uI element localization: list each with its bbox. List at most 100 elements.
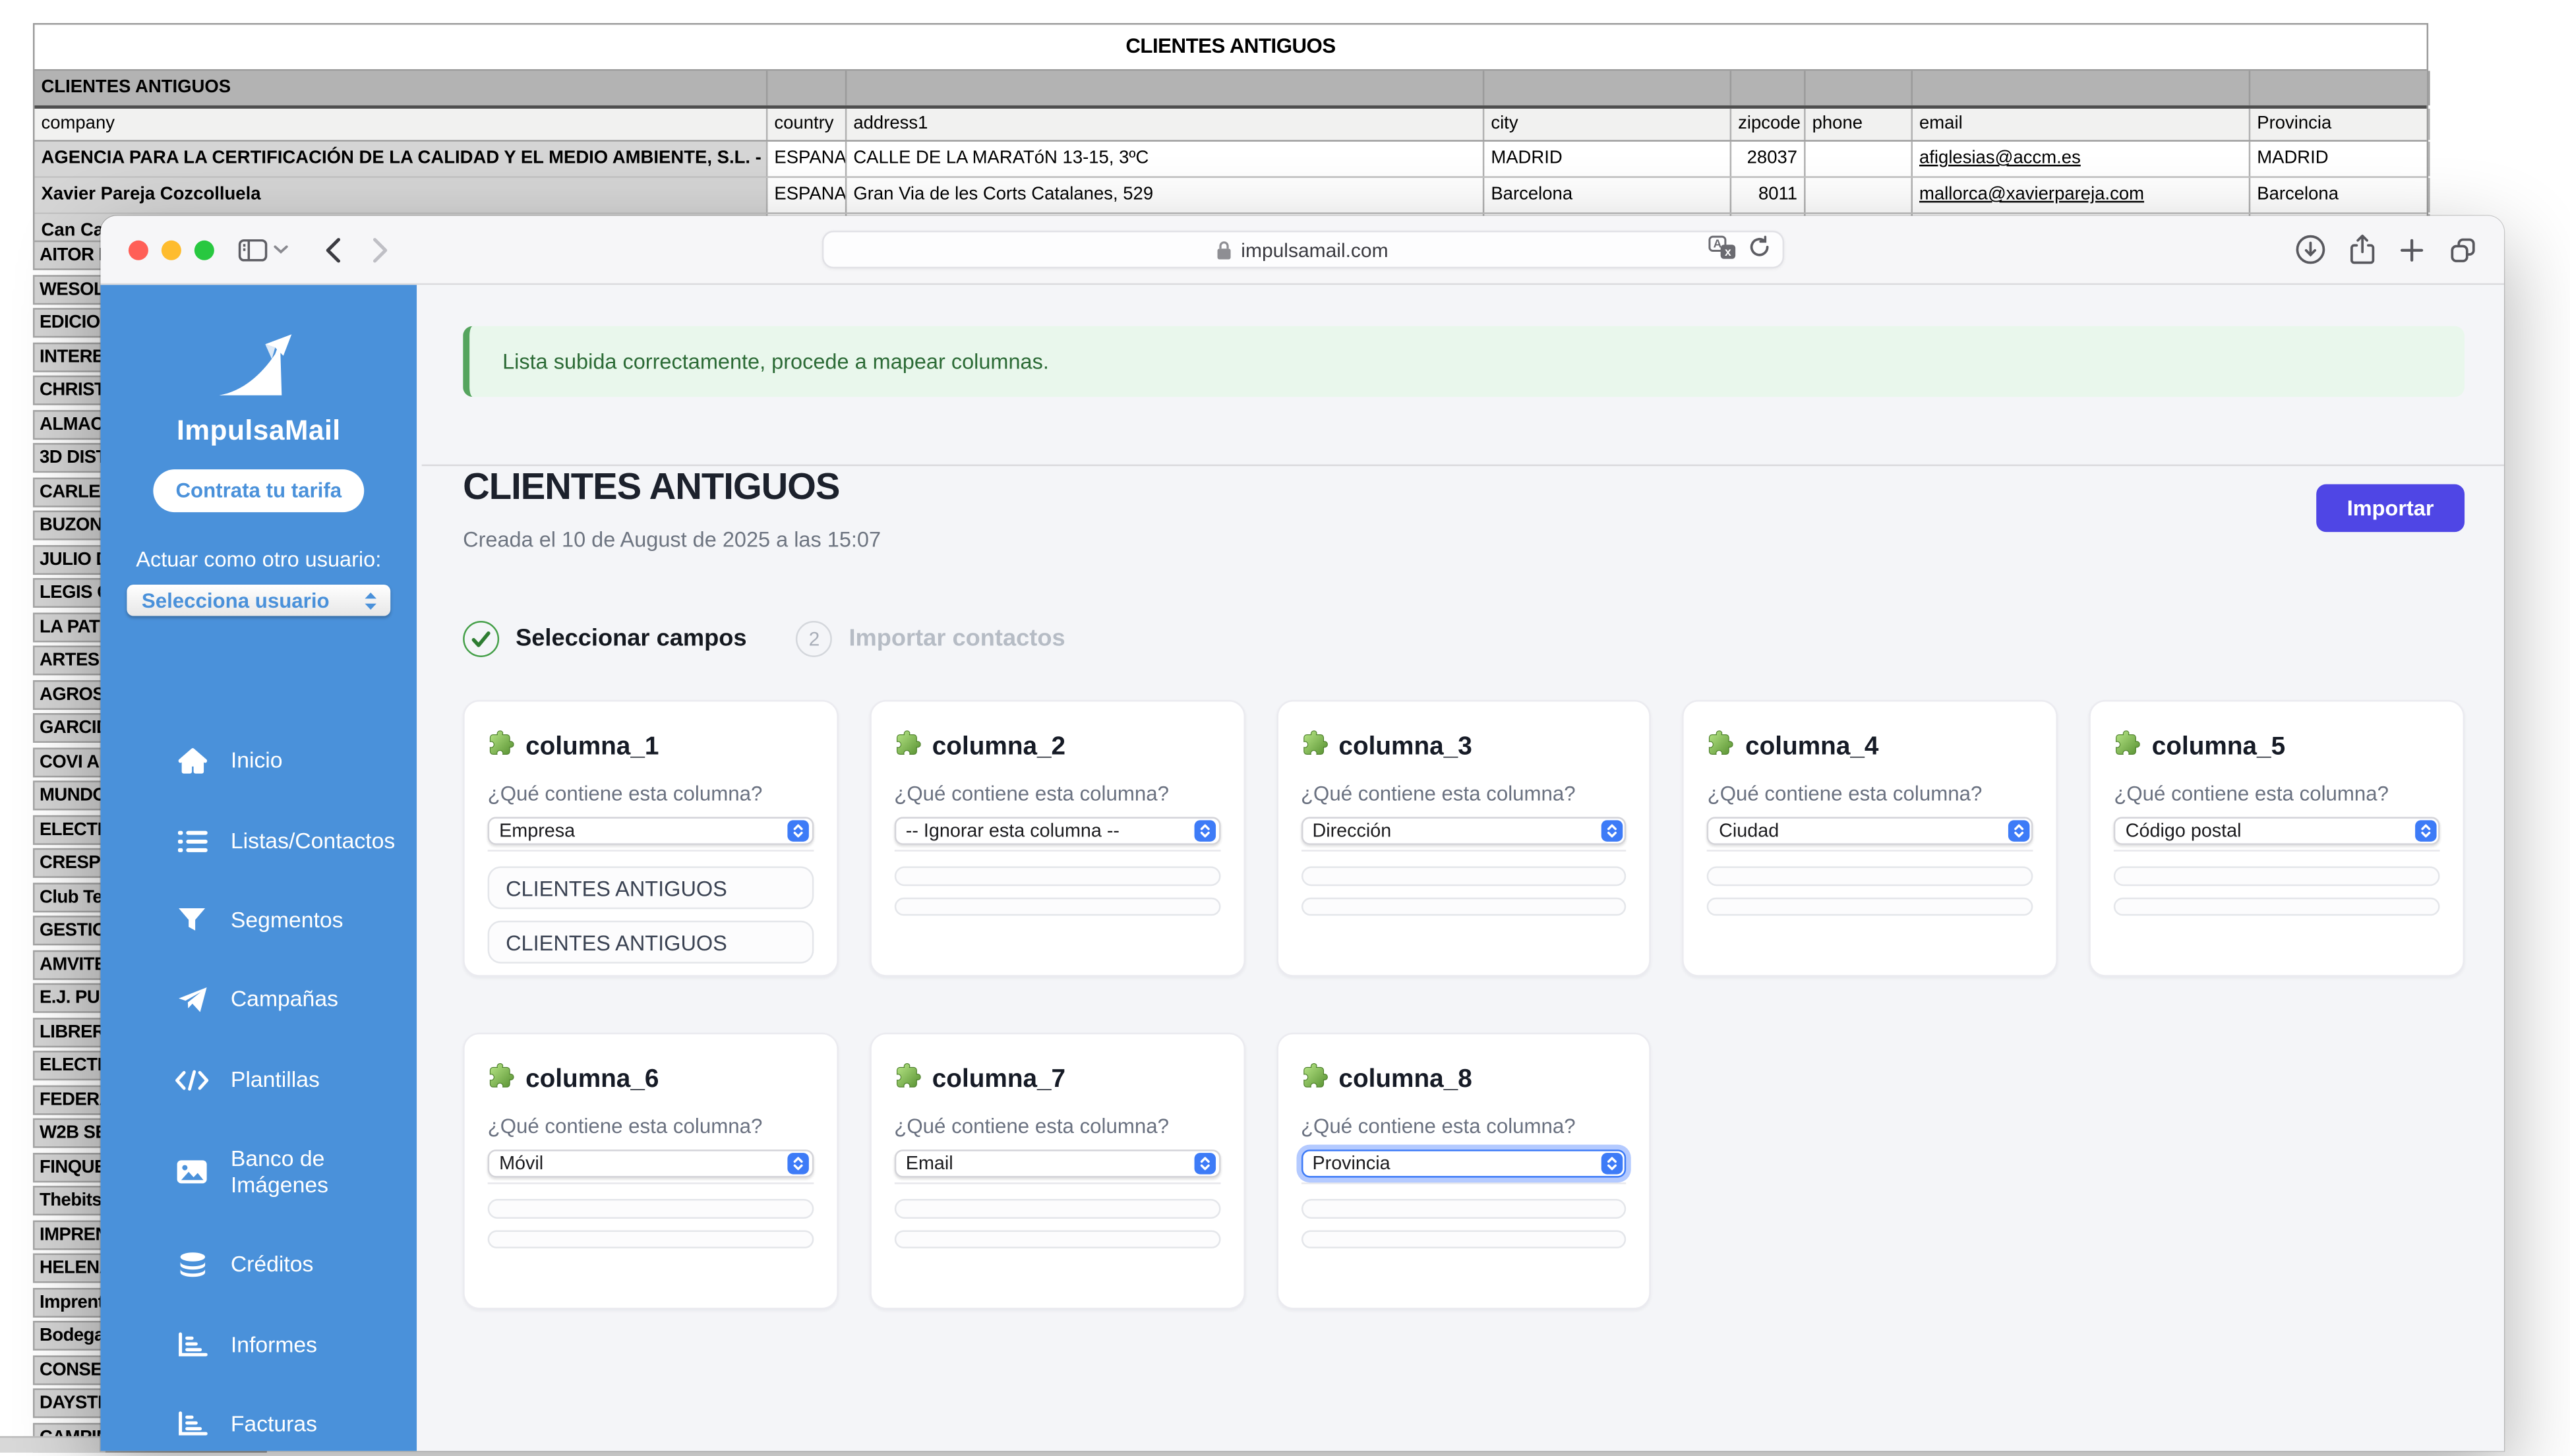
sheet-cell	[2250, 71, 2430, 105]
sheet-cell: email	[1913, 109, 2250, 140]
sidebar-item-label: Plantillas	[231, 1067, 320, 1093]
success-alert-text: Lista subida correctamente, procede a ma…	[502, 349, 1049, 374]
sheet-cell: city	[1484, 109, 1731, 140]
new-tab-icon[interactable]	[2399, 237, 2425, 263]
lock-icon	[1216, 240, 1233, 260]
field-mapping-select-columna_7[interactable]: Email	[894, 1150, 1220, 1177]
sidebar-item-facturas[interactable]: Facturas	[100, 1385, 417, 1451]
sample-values	[488, 1199, 814, 1248]
sidebar-item-label: Segmentos	[231, 908, 344, 934]
sample-value-empty	[1301, 1199, 1627, 1218]
select-stepper-icon	[2414, 820, 2436, 841]
reload-icon[interactable]	[1747, 235, 1770, 263]
translate-icon[interactable]: Ax	[1708, 235, 1735, 264]
sidebar-item-label: Informes	[231, 1331, 317, 1358]
sidebar-item-label: Inicio	[231, 748, 283, 774]
sample-values	[1301, 1199, 1627, 1248]
steps: Seleccionar campos 2 Importar contactos	[463, 621, 1065, 657]
sheet-cell: Gran Via de les Corts Catalanes, 529	[847, 178, 1484, 212]
select-stepper-icon	[1195, 820, 1216, 841]
field-mapping-select-columna_1[interactable]: Empresa	[488, 817, 814, 844]
selected-field: Email	[896, 1153, 953, 1173]
forward-icon[interactable]	[371, 235, 390, 264]
sidebar-item-listas-contactos[interactable]: Listas/Contactos	[100, 801, 417, 881]
field-mapping-select-columna_5[interactable]: Código postal	[2114, 817, 2439, 844]
field-mapping-select-columna_4[interactable]: Ciudad	[1708, 817, 2033, 844]
selected-field: Código postal	[2116, 821, 2242, 841]
sample-value-empty	[488, 1229, 814, 1248]
sidebar-item-plantillas[interactable]: Plantillas	[100, 1040, 417, 1120]
sample-value: CLIENTES ANTIGUOS	[488, 921, 814, 964]
sidebar-item-segmentos[interactable]: Segmentos	[100, 881, 417, 960]
card-header: columna_6	[488, 1063, 814, 1097]
funnel-icon	[175, 908, 209, 933]
image-icon	[175, 1160, 209, 1184]
column-question: ¿Qué contiene esta columna?	[1301, 1115, 1627, 1138]
card-header: columna_7	[894, 1063, 1220, 1097]
sheet-cell: AGENCIA PARA LA CERTIFICACIÓN DE LA CALI…	[34, 142, 767, 176]
sample-value-empty	[894, 897, 1220, 916]
sidebar-toggle-icon[interactable]	[237, 235, 268, 264]
share-icon[interactable]	[2349, 234, 2376, 265]
field-mapping-select-columna_6[interactable]: Móvil	[488, 1150, 814, 1177]
column-card-columna_2: columna_2¿Qué contiene esta columna?-- I…	[870, 700, 1245, 977]
field-mapping-select-columna_2[interactable]: -- Ignorar esta columna --	[894, 817, 1220, 844]
sheet-cell: Barcelona	[2250, 178, 2430, 212]
selected-field: Empresa	[489, 821, 575, 841]
traffic-lights	[129, 240, 214, 260]
card-header: columna_8	[1301, 1063, 1627, 1097]
select-underline	[2114, 850, 2439, 851]
table-row: Xavier Pareja CozcolluelaESPANAGran Via …	[34, 178, 2426, 214]
sheet-cell: MADRID	[1484, 142, 1731, 176]
chevron-down-icon[interactable]	[274, 244, 288, 255]
sample-value-empty	[894, 1199, 1220, 1218]
sidebar-item-creditos[interactable]: Créditos	[100, 1225, 417, 1305]
column-card-columna_4: columna_4 ¿Qué contiene esta columna? Ciud…	[1683, 700, 2058, 977]
select-arrows-icon	[361, 590, 380, 613]
user-select[interactable]: Selecciona usuario	[127, 585, 390, 616]
sheet-cell: 8011	[1731, 178, 1805, 212]
sheet-cell	[1731, 71, 1805, 105]
card-header: columna_4	[1708, 730, 2033, 764]
sample-values	[1301, 866, 1627, 916]
svg-text:A: A	[1712, 236, 1721, 249]
select-underline	[1708, 850, 2033, 851]
sample-value: CLIENTES ANTIGUOS	[488, 866, 814, 909]
screen: CLIENTES ANTIGUOS CLIENTES ANTIGUOS compa…	[0, 0, 2570, 1451]
sidebar-item-informes[interactable]: Informes	[100, 1305, 417, 1385]
address-bar[interactable]: impulsamail.com Ax	[822, 231, 1783, 268]
created-date: Creada el 10 de August de 2025 a las 15:…	[463, 527, 881, 552]
table-row: AGENCIA PARA LA CERTIFICACIÓN DE LA CALI…	[34, 142, 2426, 178]
column-card-columna_8: columna_8 ¿Qué contiene esta columna? Prov…	[1276, 1033, 1651, 1310]
close-window-button[interactable]	[129, 240, 148, 260]
sidebar-item-campanas[interactable]: Campañas	[100, 960, 417, 1040]
sample-values	[2114, 866, 2439, 916]
select-stepper-icon	[1601, 820, 1622, 841]
minimize-window-button[interactable]	[162, 240, 181, 260]
downloads-icon[interactable]	[2295, 234, 2326, 265]
field-mapping-select-columna_8[interactable]: Provincia	[1301, 1150, 1627, 1177]
contrata-tarifa-button[interactable]: Contrata tu tarifa	[153, 469, 364, 512]
maximize-window-button[interactable]	[194, 240, 214, 260]
tabs-overview-icon[interactable]	[2448, 235, 2478, 264]
app-sidebar: ImpulsaMail Contrata tu tarifa Actuar co…	[100, 285, 417, 1451]
back-icon[interactable]	[323, 235, 343, 264]
select-underline	[894, 1182, 1220, 1184]
sheet-cell: afiglesias@accm.es	[1913, 142, 2250, 176]
sidebar-item-label: Banco de Imágenes	[231, 1146, 389, 1199]
sidebar-item-inicio[interactable]: Inicio	[100, 721, 417, 801]
select-stepper-icon	[1195, 1153, 1216, 1174]
code-icon	[175, 1068, 209, 1092]
puzzle-icon	[894, 1063, 920, 1097]
sample-value-empty	[2114, 897, 2439, 916]
column-name: columna_5	[2152, 732, 2285, 762]
selected-field: -- Ignorar esta columna --	[896, 821, 1120, 841]
sheet-cell: company	[34, 109, 767, 140]
sheet-cell: phone	[1806, 109, 1913, 140]
column-question: ¿Qué contiene esta columna?	[1708, 782, 2033, 805]
importar-button[interactable]: Importar	[2316, 484, 2465, 532]
field-mapping-select-columna_3[interactable]: Dirección	[1301, 817, 1627, 844]
sidebar-item-banco-de-imagenes[interactable]: Banco de Imágenes	[100, 1120, 417, 1225]
sidebar-menu: Inicio Listas/Contactos Segmentos Campañas P…	[100, 721, 417, 1451]
selected-field: Ciudad	[1709, 821, 1779, 841]
